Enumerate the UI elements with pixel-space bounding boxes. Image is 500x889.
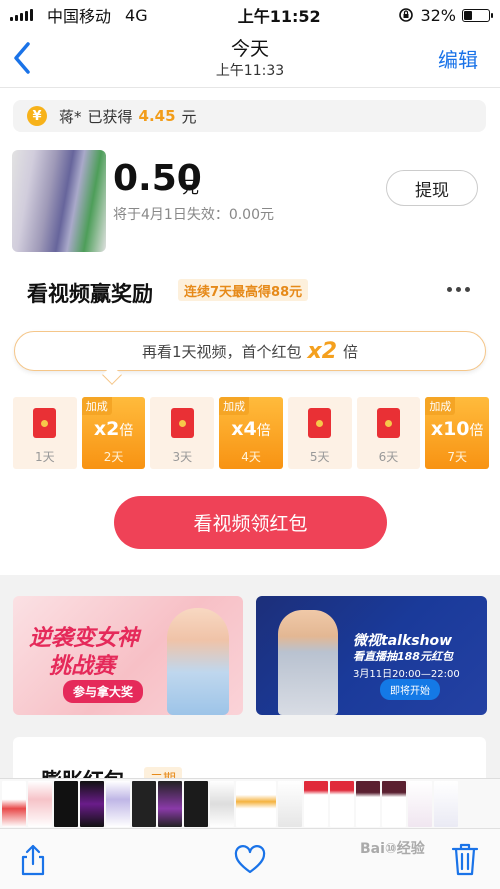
trash-icon[interactable] [450, 841, 480, 877]
banner-model-image [167, 608, 229, 715]
day-7: 加成 x10倍 7天 [425, 397, 490, 469]
reward-tag: 连续7天最高得88元 [178, 279, 309, 301]
thumbnail[interactable] [184, 780, 208, 827]
day-label: 5天 [309, 450, 330, 464]
bonus-badge: 加成 [81, 397, 112, 415]
photo-thumbnail-strip[interactable] [0, 778, 500, 828]
day-5: 5天 [287, 397, 352, 469]
battery-icon [462, 8, 493, 22]
day-label: 1天 [35, 450, 55, 464]
yen-coin-icon: ¥ [27, 106, 47, 126]
status-time: 上午11:52 [237, 7, 321, 26]
bonus-badge: 加成 [219, 397, 250, 415]
day-label: 3天 [172, 450, 193, 464]
red-envelope-icon [376, 408, 400, 438]
reward-title: 看视频赢奖励 [27, 282, 153, 306]
thumbnail[interactable] [54, 780, 78, 827]
nav-bar: 今天 上午11:33 编辑 [0, 30, 500, 88]
earned-unit: 元 [181, 107, 197, 126]
goddess-challenge-banner[interactable]: 逆袭变女神 挑战赛 参与拿大奖 [13, 596, 243, 715]
share-icon[interactable] [18, 843, 48, 877]
thumbnail[interactable] [408, 780, 432, 827]
day-label: 7天 [447, 450, 467, 464]
day-6: 6天 [356, 397, 421, 469]
banner-right-line1: 微视talkshow [353, 633, 453, 649]
earned-user: 蒋* [59, 107, 82, 126]
bubble-suffix: 倍 [343, 342, 359, 361]
heart-icon[interactable] [233, 845, 267, 875]
red-envelope-icon [33, 408, 57, 438]
thumbnail[interactable] [330, 780, 354, 827]
talkshow-banner[interactable]: 微视talkshow 看直播抽188元红包 3月11日20:00—22:00 即… [256, 596, 487, 715]
reward-hint-bubble: 再看1天视频，首个红包 x2 倍 [14, 331, 486, 371]
more-icon[interactable] [447, 287, 470, 292]
day-label: 4天 [241, 450, 261, 464]
day-label: 6天 [378, 450, 399, 464]
balance-expire-text: 将于4月1日失效：0.00元 [113, 207, 274, 223]
day-multiplier: x10倍 [430, 418, 484, 440]
bottom-toolbar [0, 828, 500, 889]
baidu-watermark: Bai⑩经验 [360, 841, 425, 857]
signal-icon [10, 9, 33, 21]
thumbnail[interactable] [210, 780, 234, 827]
thumbnail[interactable] [304, 780, 328, 827]
red-envelope-icon [170, 408, 194, 438]
banner-host-image [278, 610, 338, 715]
banner-left-line2: 挑战赛 [49, 654, 116, 679]
thumbnail[interactable] [80, 780, 104, 827]
withdraw-button[interactable]: 提现 [386, 170, 478, 206]
watch-video-button[interactable]: 看视频领红包 [114, 496, 387, 549]
banner-left-button[interactable]: 参与拿大奖 [63, 680, 144, 703]
nav-title: 今天 [230, 38, 269, 60]
bubble-prefix: 再看1天视频，首个红包 [141, 342, 302, 361]
day-2: 加成 x2倍 2天 [81, 397, 146, 469]
battery-percent: 32% [420, 5, 456, 25]
battery-level [464, 10, 472, 20]
rotation-lock-icon [399, 8, 414, 22]
red-envelope-icon [308, 408, 332, 438]
nav-subtitle: 上午11:33 [215, 63, 285, 79]
thumbnail[interactable] [158, 780, 182, 827]
thumbnail[interactable] [278, 780, 302, 827]
day-multiplier: x4倍 [231, 418, 271, 440]
earned-label: 已获得 [87, 107, 133, 126]
network-type: 4G [125, 5, 148, 25]
day-4: 加成 x4倍 4天 [219, 397, 283, 469]
banner-right-line3: 3月11日20:00—22:00 [353, 669, 460, 680]
thumbnail[interactable] [28, 780, 52, 827]
day-label: 2天 [103, 450, 124, 464]
bubble-multiplier: x2 [307, 338, 338, 364]
banner-right-button[interactable]: 即将开始 [380, 679, 440, 700]
edit-button[interactable]: 编辑 [438, 44, 478, 73]
bonus-badge: 加成 [425, 397, 456, 415]
day-1: 1天 [13, 397, 77, 469]
earned-summary: ¥ 蒋* 已获得 4.45 元 [13, 100, 486, 132]
redacted-avatar-scribble [12, 150, 106, 252]
day-progress: 1天 加成 x2倍 2天 3天 加成 x4倍 4天 5天 6天 加成 x10倍 … [13, 397, 490, 469]
status-bar: 中国移动 4G 上午11:52 32% [0, 0, 500, 30]
banner-right-line2: 看直播抽188元红包 [353, 650, 453, 663]
thumbnail-selected[interactable] [236, 780, 276, 827]
thumbnail[interactable] [2, 780, 26, 827]
thumbnail[interactable] [382, 780, 406, 827]
thumbnail[interactable] [434, 780, 458, 827]
day-multiplier: x2倍 [93, 418, 134, 440]
carrier-name: 中国移动 [47, 7, 112, 26]
day-3: 3天 [150, 397, 215, 469]
earned-amount: 4.45 [138, 107, 176, 125]
balance-unit: 元 [182, 178, 199, 198]
thumbnail[interactable] [106, 780, 130, 827]
thumbnail[interactable] [132, 780, 156, 827]
thumbnail[interactable] [356, 780, 380, 827]
